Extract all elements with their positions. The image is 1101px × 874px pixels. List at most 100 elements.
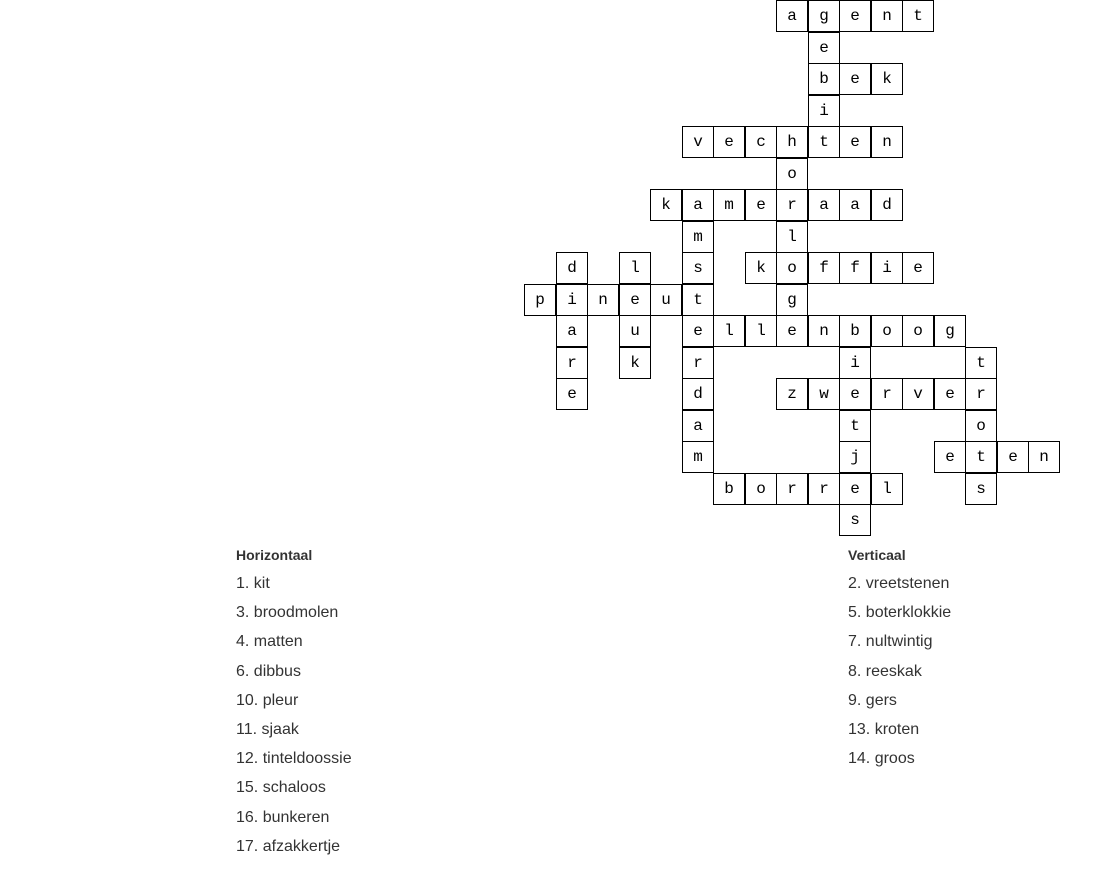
clues-horizontal-heading: Horizontaal [236,547,313,563]
crossword-cell[interactable]: k [745,252,777,284]
clue-item: 3. broodmolen [236,604,339,622]
crossword-cell[interactable]: e [745,189,777,221]
crossword-cell[interactable]: a [682,410,714,442]
crossword-cell[interactable]: e [776,315,808,347]
crossword-cell[interactable]: n [871,0,903,32]
crossword-cell[interactable]: t [965,347,997,379]
crossword-cell[interactable]: o [965,410,997,442]
crossword-cell[interactable]: n [808,315,840,347]
crossword-cell[interactable]: l [713,315,745,347]
crossword-cell[interactable]: e [934,378,966,410]
crossword-cell[interactable]: e [839,0,871,32]
crossword-cell[interactable]: k [619,347,651,379]
crossword-cell[interactable]: m [713,189,745,221]
crossword-cell[interactable]: e [839,126,871,158]
crossword-cell[interactable]: k [650,189,682,221]
clue-item: 12. tinteldoossie [236,750,352,768]
crossword-cell[interactable]: o [745,473,777,505]
crossword-cell[interactable]: t [682,284,714,316]
crossword-cell[interactable]: o [776,252,808,284]
crossword-cell[interactable]: o [871,315,903,347]
clue-item: 15. schaloos [236,779,326,797]
crossword-cell[interactable]: p [524,284,556,316]
crossword-cell[interactable]: g [776,284,808,316]
clue-item: 4. matten [236,633,303,651]
crossword-cell[interactable]: m [682,441,714,473]
crossword-cell[interactable]: l [619,252,651,284]
clue-item: 7. nultwintig [848,633,933,651]
clue-item: 6. dibbus [236,662,301,680]
crossword-cell[interactable]: e [839,473,871,505]
clue-item: 13. kroten [848,721,920,739]
crossword-cell[interactable]: d [556,252,588,284]
crossword-cell[interactable]: m [682,221,714,253]
crossword-cell[interactable]: e [556,378,588,410]
crossword-cell[interactable]: e [839,63,871,95]
crossword-cell[interactable]: e [902,252,934,284]
crossword-cell[interactable]: v [902,378,934,410]
crossword-cell[interactable]: a [776,0,808,32]
crossword-cell[interactable]: n [1028,441,1060,473]
crossword-cell[interactable]: r [776,189,808,221]
clues-vertical: Verticaal 2. vreetstenen 5. boterklokkie… [848,546,951,773]
clue-item: 11. sjaak [236,721,299,739]
crossword-cell[interactable]: a [556,315,588,347]
crossword-cell[interactable]: g [808,0,840,32]
crossword-cell[interactable]: l [776,221,808,253]
crossword-cell[interactable]: i [839,347,871,379]
crossword-cell[interactable]: i [556,284,588,316]
crossword-cell[interactable]: s [965,473,997,505]
crossword-cell[interactable]: r [871,378,903,410]
crossword-cell[interactable]: c [745,126,777,158]
crossword-cell[interactable]: e [713,126,745,158]
crossword-cell[interactable]: d [682,378,714,410]
clues-horizontal: Horizontaal 1. kit 3. broodmolen 4. matt… [236,546,352,861]
crossword-cell[interactable]: l [745,315,777,347]
crossword-cell[interactable]: b [808,63,840,95]
crossword-cell[interactable]: i [808,95,840,127]
crossword-cell[interactable]: e [682,315,714,347]
crossword-cell[interactable]: f [808,252,840,284]
crossword-cell[interactable]: h [776,126,808,158]
crossword-cell[interactable]: a [808,189,840,221]
crossword-cell[interactable]: o [902,315,934,347]
crossword-cell[interactable]: i [871,252,903,284]
crossword-cell[interactable]: e [934,441,966,473]
crossword-cell[interactable]: e [808,32,840,64]
crossword-cell[interactable]: n [871,126,903,158]
crossword-cell[interactable]: a [839,189,871,221]
crossword-cell[interactable]: r [965,378,997,410]
crossword-cell[interactable]: b [839,315,871,347]
clue-item: 9. gers [848,691,897,709]
crossword-cell[interactable]: l [871,473,903,505]
crossword-cell[interactable]: t [902,0,934,32]
clue-item: 5. boterklokkie [848,604,952,622]
crossword-cell[interactable]: s [839,504,871,536]
crossword-cell[interactable]: a [682,189,714,221]
crossword-cell[interactable]: t [965,441,997,473]
crossword-cell[interactable]: r [682,347,714,379]
crossword-cell[interactable]: j [839,441,871,473]
crossword-cell[interactable]: e [997,441,1029,473]
crossword-cell[interactable]: t [839,410,871,442]
crossword-cell[interactable]: e [839,378,871,410]
crossword-cell[interactable]: v [682,126,714,158]
crossword-cell[interactable]: g [934,315,966,347]
crossword-cell[interactable]: w [808,378,840,410]
crossword-cell[interactable]: t [808,126,840,158]
crossword-cell[interactable]: n [587,284,619,316]
crossword-cell[interactable]: e [619,284,651,316]
crossword-cell[interactable]: u [619,315,651,347]
crossword-cell[interactable]: r [556,347,588,379]
clue-item: 8. reeskak [848,662,922,680]
crossword-cell[interactable]: o [776,158,808,190]
crossword-cell[interactable]: b [713,473,745,505]
crossword-cell[interactable]: f [839,252,871,284]
crossword-cell[interactable]: s [682,252,714,284]
crossword-cell[interactable]: u [650,284,682,316]
crossword-cell[interactable]: k [871,63,903,95]
crossword-cell[interactable]: r [776,473,808,505]
crossword-cell[interactable]: z [776,378,808,410]
crossword-cell[interactable]: d [871,189,903,221]
crossword-cell[interactable]: r [808,473,840,505]
